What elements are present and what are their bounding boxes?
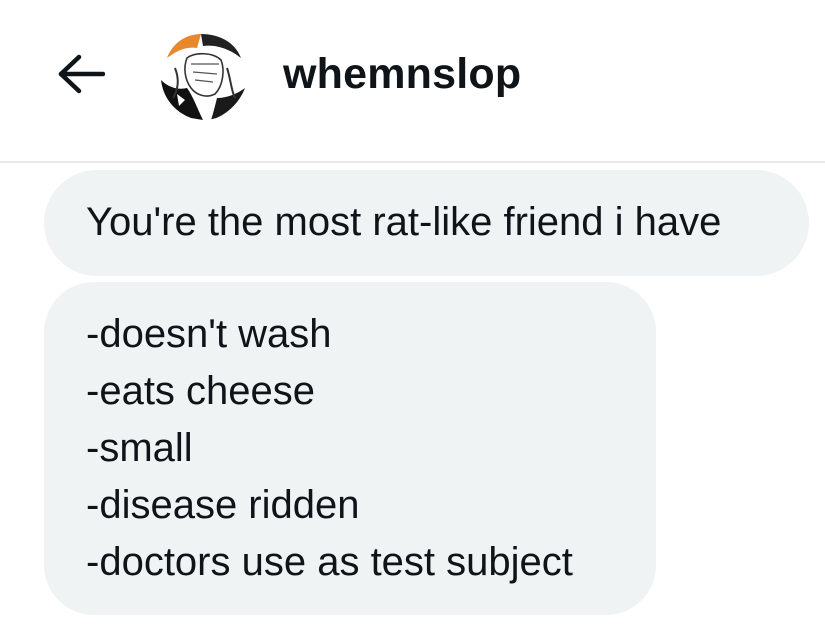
message-text: -doesn't wash -eats cheese -small -disea… (86, 306, 573, 591)
message-line: -doesn't wash (86, 312, 332, 356)
message-bubble[interactable]: -doesn't wash -eats cheese -small -disea… (44, 282, 656, 615)
message-text: You're the most rat-like friend i have (86, 200, 722, 244)
avatar[interactable] (157, 28, 249, 120)
message-line: -doctors use as test subject (86, 540, 573, 584)
avatar-image (157, 28, 249, 120)
message-line: -disease ridden (86, 483, 360, 527)
message-line: -small (86, 426, 193, 470)
message-bubble[interactable]: You're the most rat-like friend i have (44, 170, 809, 276)
message-line: -eats cheese (86, 369, 316, 413)
header-divider (0, 161, 825, 163)
conversation-header: whemnslop (0, 0, 825, 162)
conversation-username[interactable]: whemnslop (283, 50, 521, 98)
back-button[interactable] (50, 48, 110, 100)
arrow-left-icon (58, 54, 105, 94)
